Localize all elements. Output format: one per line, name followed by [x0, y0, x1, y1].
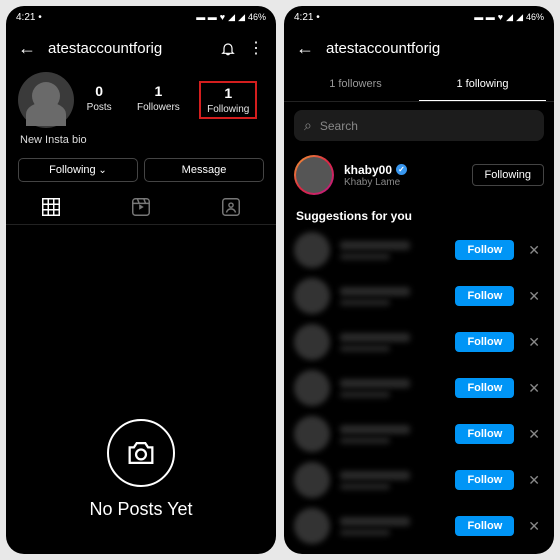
dismiss-icon[interactable]: ✕	[524, 518, 544, 535]
follow-button[interactable]: Follow	[455, 286, 514, 306]
profile-screen: 4:21 • ▬ ▬♥◢◢46% atestaccountforig 0 Pos…	[6, 6, 276, 554]
suggestion-avatar[interactable]	[294, 462, 330, 498]
suggestion-row[interactable]: Follow ✕	[284, 365, 554, 411]
follow-button[interactable]: Follow	[455, 470, 514, 490]
following-screen: 4:21 • ▬ ▬♥◢◢46% atestaccountforig 1 fol…	[284, 6, 554, 554]
search-icon	[304, 117, 312, 134]
follow-button[interactable]: Follow	[455, 424, 514, 444]
avatar[interactable]	[18, 72, 74, 128]
profile-header: 0 Posts 1 Followers 1 Following	[6, 68, 276, 128]
profile-username: atestaccountforig	[48, 40, 208, 57]
following-toggle-button[interactable]: Following	[472, 164, 544, 186]
dismiss-icon[interactable]: ✕	[524, 380, 544, 397]
suggestion-avatar[interactable]	[294, 232, 330, 268]
user-subtitle: Khaby Lame	[344, 177, 462, 188]
dismiss-icon[interactable]: ✕	[524, 426, 544, 443]
verified-icon: ✓	[396, 164, 407, 175]
follow-button[interactable]: Follow	[455, 516, 514, 536]
suggestion-text	[340, 379, 445, 398]
follow-button[interactable]: Follow	[455, 378, 514, 398]
stat-posts[interactable]: 0 Posts	[81, 81, 118, 119]
dismiss-icon[interactable]: ✕	[524, 334, 544, 351]
status-bar: 4:21 • ▬ ▬♥◢◢46%	[284, 6, 554, 28]
dismiss-icon[interactable]: ✕	[524, 242, 544, 259]
profile-actions: Following Message	[6, 152, 276, 188]
content-tabs	[6, 188, 276, 225]
follow-tabs: 1 followers 1 following	[284, 68, 554, 102]
message-button[interactable]: Message	[144, 158, 264, 182]
dismiss-icon[interactable]: ✕	[524, 288, 544, 305]
following-button[interactable]: Following	[18, 158, 138, 182]
tab-following[interactable]: 1 following	[419, 68, 546, 101]
suggestion-row[interactable]: Follow ✕	[284, 227, 554, 273]
user-avatar[interactable]	[294, 155, 334, 195]
status-indicators: ▬ ▬♥◢◢46%	[474, 12, 544, 23]
follow-button[interactable]: Follow	[455, 240, 514, 260]
empty-title: No Posts Yet	[89, 499, 192, 520]
suggestion-row[interactable]: Follow ✕	[284, 503, 554, 549]
suggestion-text	[340, 471, 445, 490]
profile-stats: 0 Posts 1 Followers 1 Following	[74, 81, 264, 119]
notifications-icon[interactable]	[220, 40, 236, 56]
following-navbar: atestaccountforig	[284, 28, 554, 68]
suggestion-row[interactable]: Follow ✕	[284, 457, 554, 503]
profile-bio: New Insta bio	[6, 128, 276, 152]
clock: 4:21 •	[16, 12, 42, 23]
user-name-col: khaby00 ✓ Khaby Lame	[344, 163, 462, 188]
following-username: atestaccountforig	[326, 40, 542, 57]
status-indicators: ▬ ▬♥◢◢46%	[196, 12, 266, 23]
back-icon[interactable]	[296, 38, 314, 59]
suggestion-text	[340, 517, 445, 536]
suggestion-avatar[interactable]	[294, 508, 330, 544]
following-user-row[interactable]: khaby00 ✓ Khaby Lame Following	[284, 149, 554, 201]
menu-icon[interactable]	[248, 38, 264, 58]
suggestion-avatar[interactable]	[294, 278, 330, 314]
profile-navbar: atestaccountforig	[6, 28, 276, 68]
clock: 4:21 •	[294, 12, 320, 23]
suggestion-text	[340, 287, 445, 306]
suggestion-avatar[interactable]	[294, 416, 330, 452]
stat-followers[interactable]: 1 Followers	[131, 81, 186, 119]
empty-state: No Posts Yet	[6, 225, 276, 554]
status-bar: 4:21 • ▬ ▬♥◢◢46%	[6, 6, 276, 28]
stat-following[interactable]: 1 Following	[199, 81, 257, 119]
grid-tab-icon[interactable]	[40, 196, 62, 218]
search-input[interactable]: Search	[294, 110, 544, 141]
suggestion-text	[340, 333, 445, 352]
suggestion-row[interactable]: Follow ✕	[284, 319, 554, 365]
suggestion-text	[340, 241, 445, 260]
user-name: khaby00 ✓	[344, 163, 462, 177]
dismiss-icon[interactable]: ✕	[524, 472, 544, 489]
suggestion-avatar[interactable]	[294, 324, 330, 360]
suggestion-avatar[interactable]	[294, 370, 330, 406]
tagged-tab-icon[interactable]	[220, 196, 242, 218]
camera-icon	[107, 419, 175, 487]
back-icon[interactable]	[18, 38, 36, 59]
suggestion-row[interactable]: Follow ✕	[284, 273, 554, 319]
follow-button[interactable]: Follow	[455, 332, 514, 352]
tab-followers[interactable]: 1 followers	[292, 68, 419, 101]
search-placeholder: Search	[320, 119, 358, 133]
suggestion-row[interactable]: Follow ✕	[284, 411, 554, 457]
suggestions-header: Suggestions for you	[284, 201, 554, 227]
suggestions-list: Follow✕Follow✕Follow✕Follow✕Follow✕Follo…	[284, 227, 554, 549]
reels-tab-icon[interactable]	[130, 196, 152, 218]
suggestion-text	[340, 425, 445, 444]
